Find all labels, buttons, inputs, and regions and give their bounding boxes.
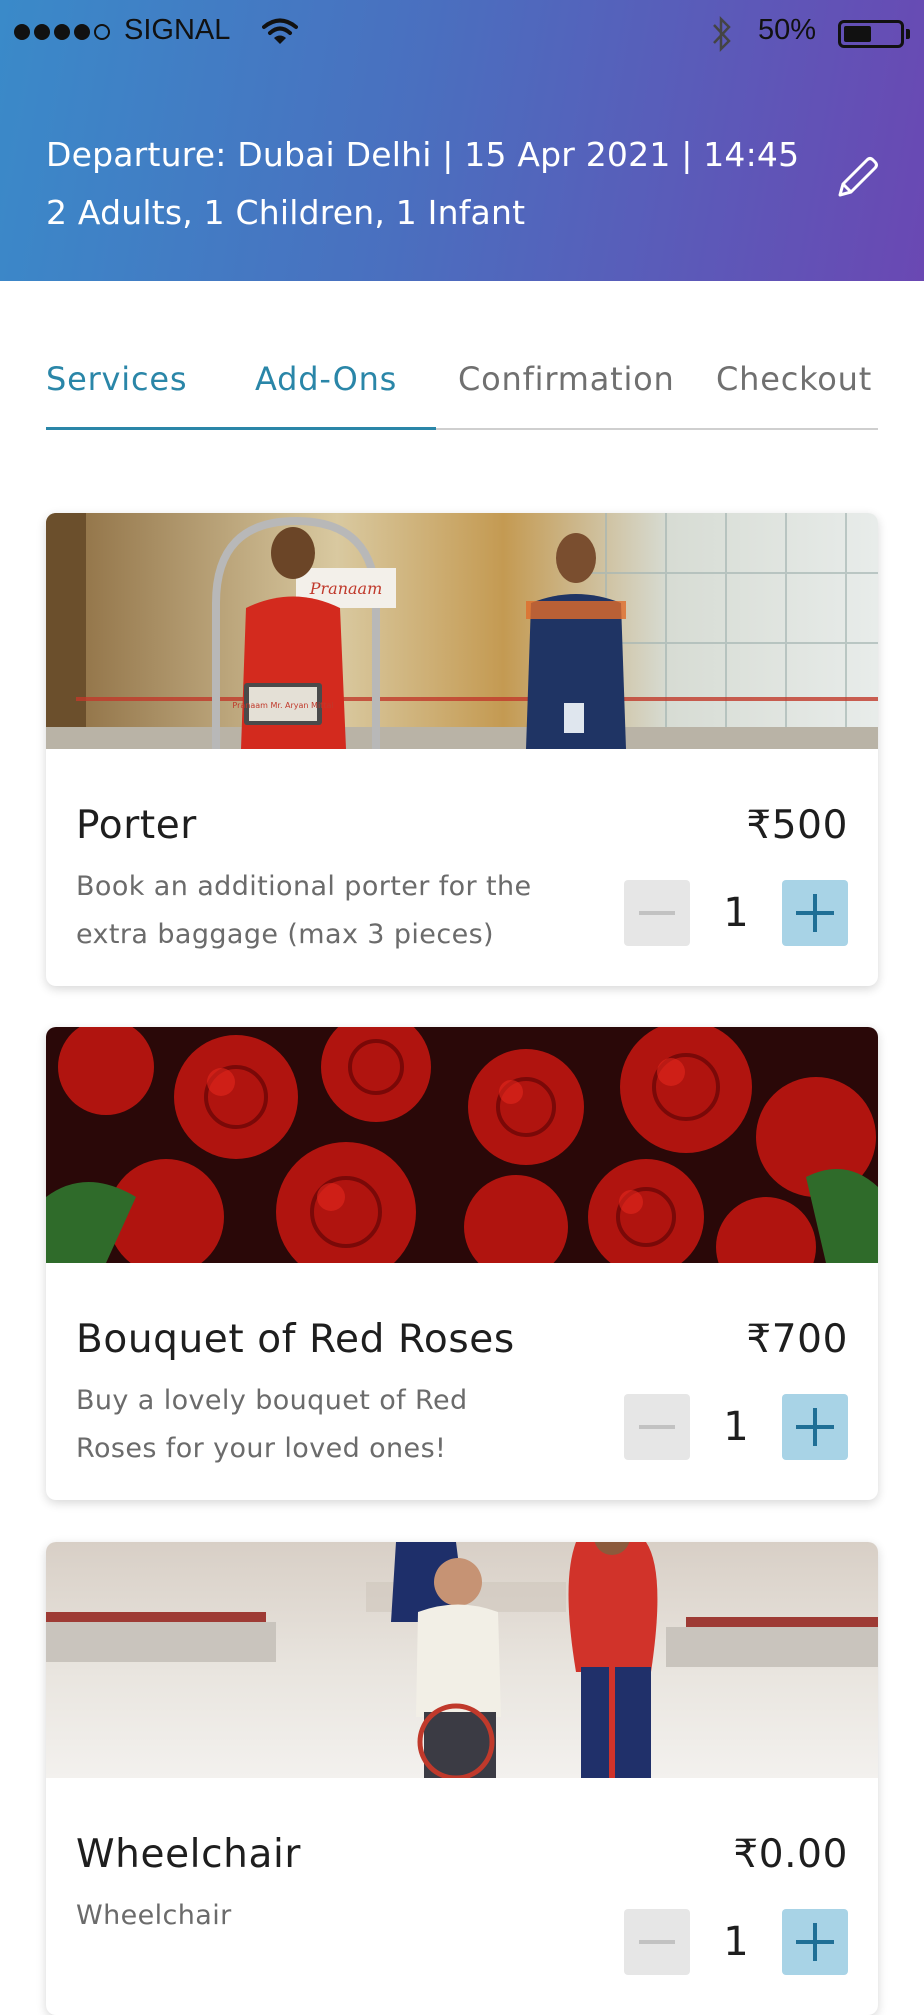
plus-icon[interactable]	[782, 1909, 848, 1975]
step-tabs: Services Add-Ons Confirmation Checkout	[46, 360, 878, 430]
porter-image: Pranaam Pranaam Mr. Aryan Mittal	[46, 513, 878, 749]
header: SIGNAL 50% Departure: Dubai Delhi | 15 A…	[0, 0, 924, 281]
tab-add-ons[interactable]: Add-Ons	[255, 360, 397, 398]
status-bar: SIGNAL 50%	[0, 0, 924, 66]
card-price: ₹500	[746, 803, 848, 848]
battery-percentage: 50%	[758, 14, 817, 46]
passenger-info: 2 Adults, 1 Children, 1 Infant	[46, 193, 526, 232]
card-title: Bouquet of Red Roses	[76, 1317, 515, 1362]
wheelchair-image	[46, 1542, 878, 1778]
tab-active-indicator	[46, 427, 436, 430]
addon-card-wheelchair: Wheelchair ₹0.00 Wheelchair 1	[46, 1542, 878, 2015]
edit-pencil-icon[interactable]	[832, 152, 882, 202]
quantity-value: 1	[723, 890, 749, 936]
quantity-stepper: 1	[624, 1394, 848, 1460]
quantity-value: 1	[723, 1404, 749, 1450]
card-price: ₹700	[746, 1317, 848, 1362]
plus-icon[interactable]	[782, 880, 848, 946]
roses-image	[46, 1027, 878, 1263]
carrier-label: SIGNAL	[124, 14, 231, 46]
battery-tip	[906, 29, 910, 39]
tab-checkout[interactable]: Checkout	[716, 360, 872, 398]
minus-icon[interactable]	[624, 1394, 690, 1460]
signal-dots-icon	[14, 24, 110, 40]
quantity-value: 1	[723, 1919, 749, 1965]
card-title: Porter	[76, 803, 197, 848]
minus-icon[interactable]	[624, 1909, 690, 1975]
wifi-icon	[262, 18, 298, 44]
card-title: Wheelchair	[76, 1832, 302, 1877]
bluetooth-icon	[713, 15, 731, 53]
quantity-stepper: 1	[624, 880, 848, 946]
addon-card-porter: Pranaam Pranaam Mr. Aryan Mittal Porter …	[46, 513, 878, 986]
image-tablet-text: Pranaam Mr. Aryan Mittal	[232, 701, 333, 710]
tab-confirmation[interactable]: Confirmation	[458, 360, 675, 398]
plus-icon[interactable]	[782, 1394, 848, 1460]
battery-icon	[838, 20, 904, 48]
minus-icon[interactable]	[624, 880, 690, 946]
card-description: Book an additional porter for the extra …	[76, 871, 532, 950]
image-sign-text: Pranaam	[309, 579, 383, 598]
tab-services[interactable]: Services	[46, 360, 187, 398]
quantity-stepper: 1	[624, 1909, 848, 1975]
card-description: Wheelchair	[76, 1900, 232, 1931]
departure-info: Departure: Dubai Delhi | 15 Apr 2021 | 1…	[46, 135, 800, 174]
card-price: ₹0.00	[733, 1832, 848, 1877]
addon-card-bouquet: Bouquet of Red Roses ₹700 Buy a lovely b…	[46, 1027, 878, 1500]
card-description: Buy a lovely bouquet of Red Roses for yo…	[76, 1385, 468, 1464]
